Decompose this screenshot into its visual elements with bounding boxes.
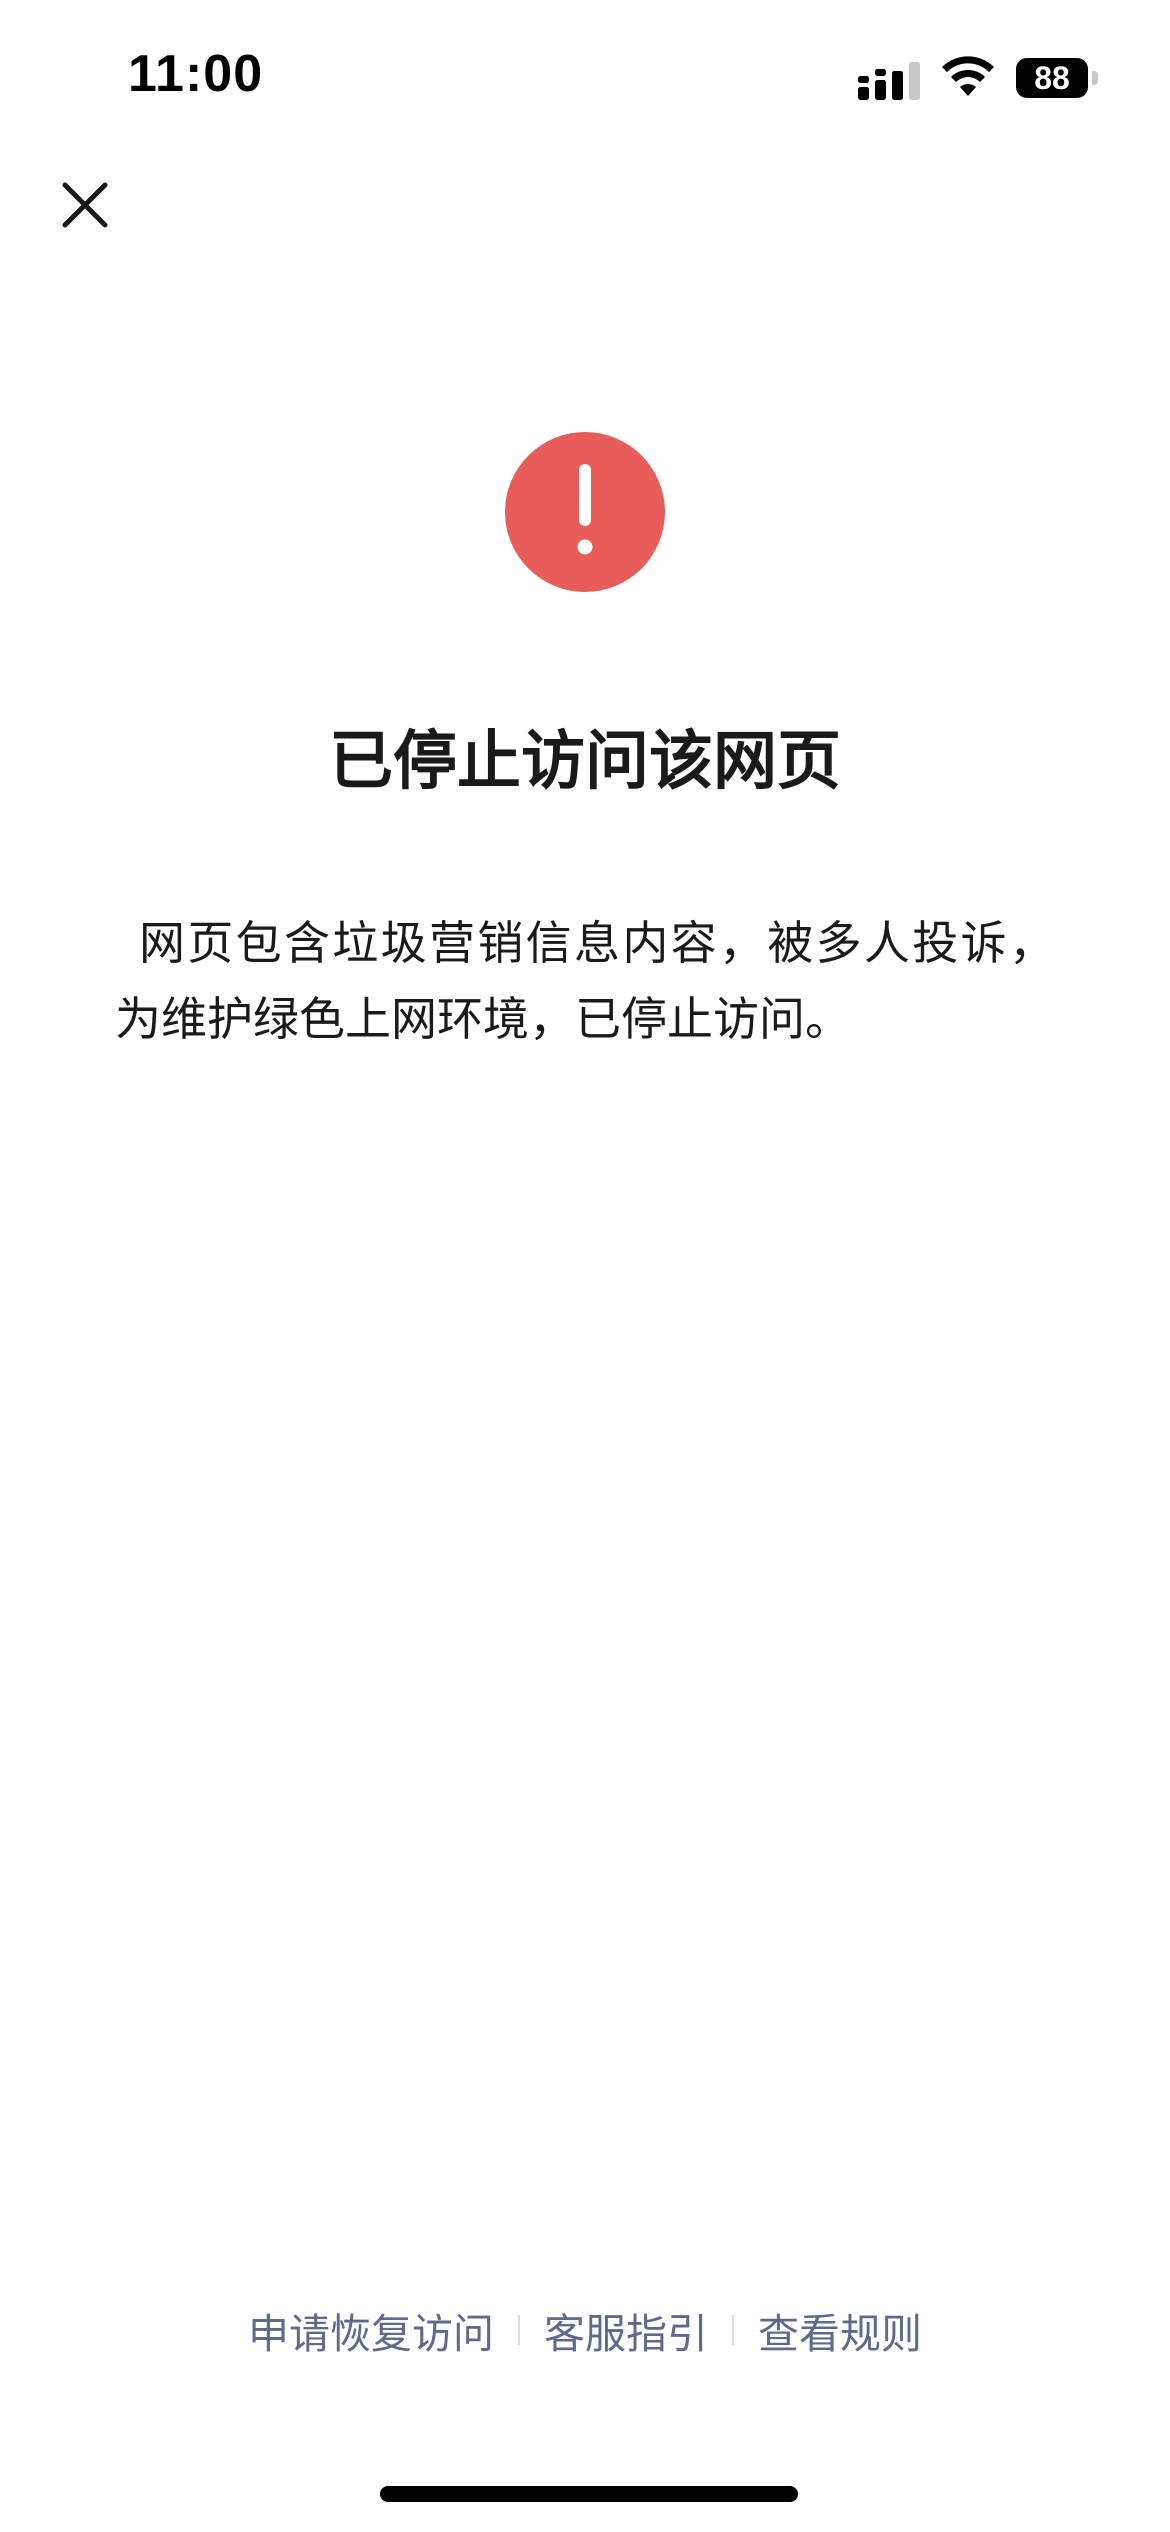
close-button[interactable] (50, 170, 120, 240)
request-restore-access-link[interactable]: 申请恢复访问 (248, 2300, 494, 2360)
battery-level: 88 (1016, 58, 1088, 98)
view-rules-link[interactable]: 查看规则 (758, 2300, 922, 2360)
footer-divider (518, 2315, 520, 2345)
exclamation-circle-icon (505, 432, 665, 592)
status-time: 11:00 (128, 45, 264, 103)
cellular-signal-icon (858, 62, 920, 100)
page-title: 已停止访问该网页 (329, 725, 841, 799)
status-bar: 11:00 88 (0, 0, 1170, 150)
footer-links: 申请恢复访问 客服指引 查看规则 (0, 2300, 1170, 2360)
home-indicator[interactable] (380, 2486, 798, 2502)
close-icon (62, 182, 108, 228)
blocked-message: 网页包含垃圾营销信息内容，被多人投诉，为维护绿色上网环境，已停止访问。 (115, 916, 1055, 1046)
battery-indicator: 88 (1016, 58, 1098, 98)
customer-service-guide-link[interactable]: 客服指引 (544, 2300, 708, 2360)
wifi-icon (942, 56, 994, 96)
battery-cap (1092, 71, 1098, 85)
footer-divider (732, 2315, 734, 2345)
